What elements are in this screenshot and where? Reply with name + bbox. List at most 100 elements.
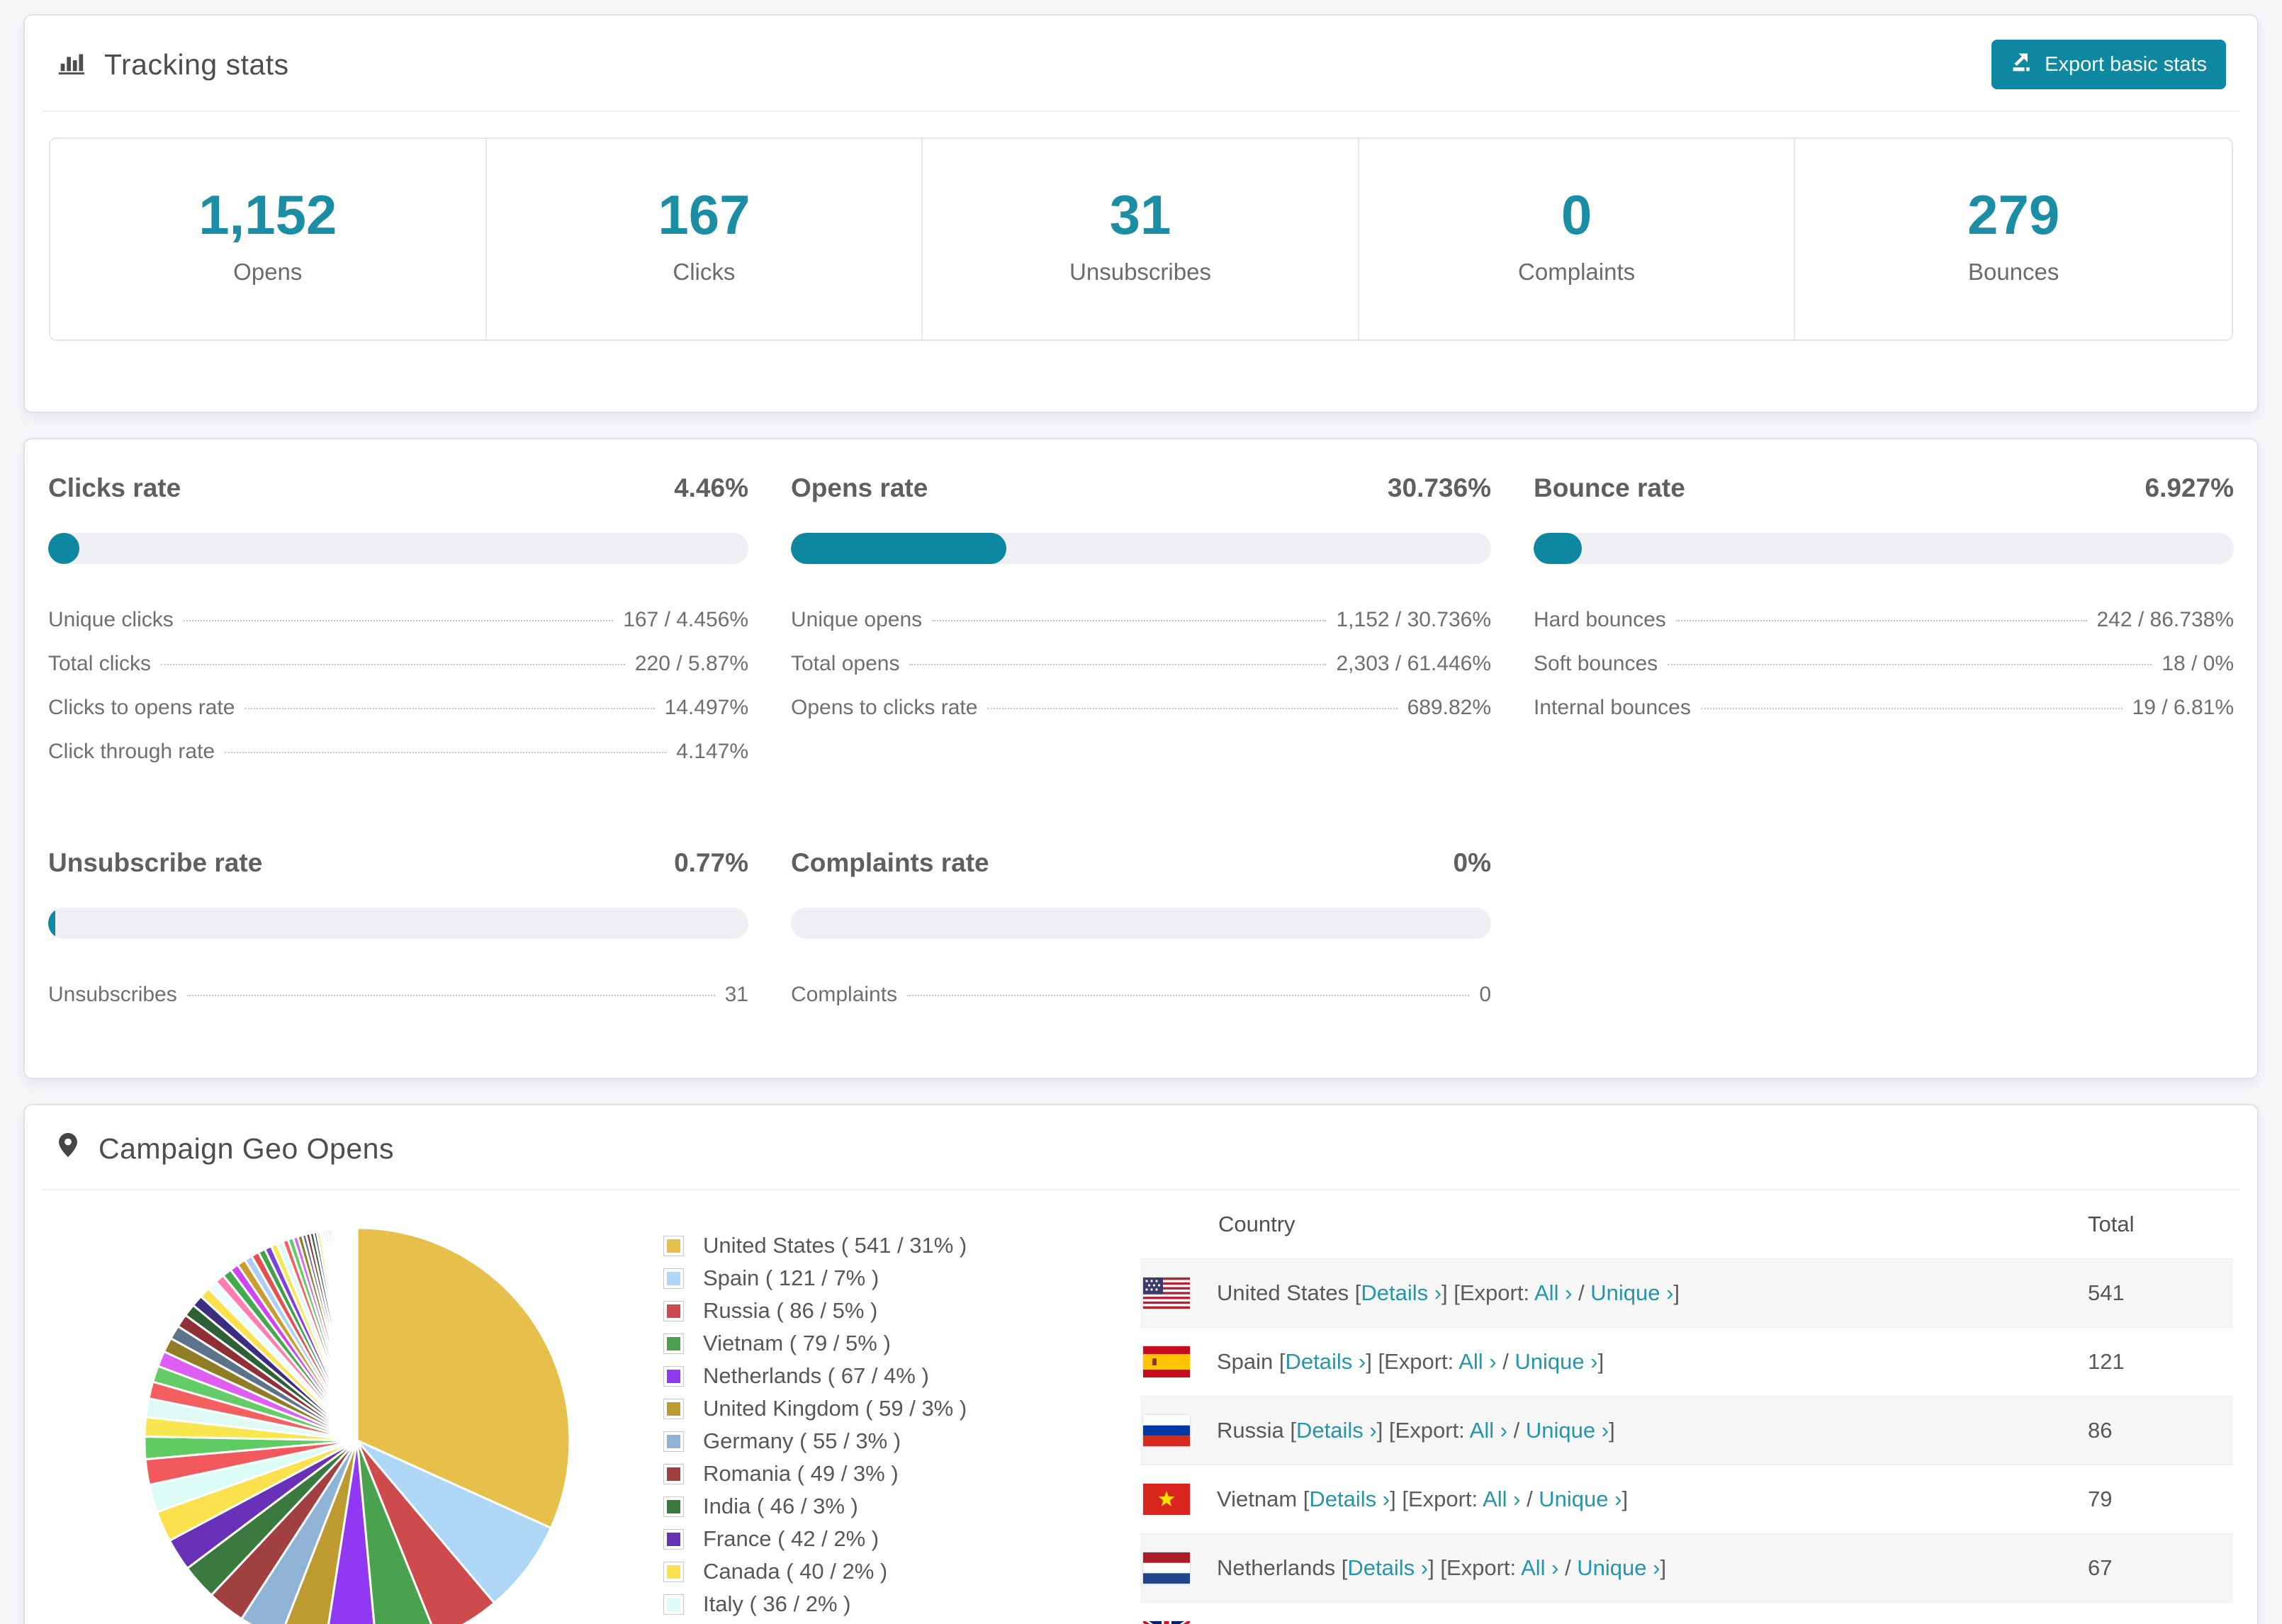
legend-item-romania[interactable]: Romania ( 49 / 3% ): [663, 1461, 1075, 1487]
table-row-united-states: United States [Details ›] [Export: All ›…: [1140, 1258, 2233, 1327]
export-all-link[interactable]: All ›: [1470, 1418, 1507, 1443]
rate-title: Complaints rate: [791, 848, 989, 877]
legend-swatch: [663, 1398, 684, 1419]
legend-label: France ( 42 / 2% ): [703, 1526, 879, 1551]
legend-item-canada[interactable]: Canada ( 40 / 2% ): [663, 1559, 1075, 1584]
dotted-leader: [1668, 664, 2152, 665]
bar-chart-icon: [56, 46, 86, 83]
country-column-header: Country: [1218, 1212, 1295, 1236]
rate-row: Internal bounces 19 / 6.81%: [1534, 686, 2234, 730]
rate-block-opens-rate: Opens rate 30.736% Unique opens 1,152 / 30.…: [791, 473, 1491, 774]
dotted-leader: [907, 995, 1470, 996]
export-unique-link[interactable]: Unique ›: [1539, 1487, 1621, 1511]
rate-title: Bounce rate: [1534, 473, 1685, 502]
rate-row: Opens to clicks rate 689.82%: [791, 686, 1491, 730]
rate-row-label: Opens to clicks rate: [791, 696, 978, 719]
legend-swatch: [663, 1300, 684, 1321]
stat-value: 167: [658, 184, 751, 246]
progress-fill: [48, 908, 55, 939]
legend-item-spain[interactable]: Spain ( 121 / 7% ): [663, 1265, 1075, 1291]
geo-opens-card: Campaign Geo Opens United States ( 541 /…: [23, 1104, 2259, 1624]
country-cell: United States [Details ›] [Export: All ›…: [1217, 1280, 1680, 1305]
legend-item-germany[interactable]: Germany ( 55 / 3% ): [663, 1428, 1075, 1454]
export-basic-stats-button[interactable]: Export basic stats: [1991, 40, 2226, 89]
dotted-leader: [909, 664, 1327, 665]
flag-nl-icon: [1143, 1552, 1190, 1584]
details-link[interactable]: Details ›: [1361, 1280, 1441, 1305]
stat-value: 0: [1561, 184, 1592, 246]
rate-row: Complaints 0: [791, 973, 1491, 1017]
rate-block-clicks-rate: Clicks rate 4.46% Unique clicks 167 / 4.456…: [48, 473, 748, 774]
export-all-link[interactable]: All ›: [1483, 1487, 1520, 1511]
rate-row: Unique opens 1,152 / 30.736%: [791, 598, 1491, 642]
rates-grid: Clicks rate 4.46% Unique clicks 167 / 4.456…: [25, 439, 2257, 1078]
rate-row-value: 167 / 4.456%: [623, 608, 748, 631]
table-row-vietnam: Vietnam [Details ›] [Export: All › / Uni…: [1140, 1465, 2233, 1533]
legend-item-vietnam[interactable]: Vietnam ( 79 / 5% ): [663, 1331, 1075, 1356]
export-unique-link[interactable]: Unique ›: [1577, 1555, 1660, 1580]
export-unique-link[interactable]: Unique ›: [1590, 1280, 1673, 1305]
pie-chart-svg[interactable]: [140, 1223, 575, 1624]
rate-row-label: Total clicks: [48, 652, 152, 675]
legend-swatch: [663, 1528, 684, 1550]
geo-country-table: Country Total United States [Details ›] …: [1140, 1190, 2233, 1624]
divider: [42, 111, 2240, 112]
dotted-leader: [1675, 620, 2087, 621]
progress-bar: [791, 533, 1491, 564]
rate-row-value: 689.82%: [1407, 696, 1491, 719]
details-link[interactable]: Details ›: [1286, 1349, 1366, 1374]
export-all-link[interactable]: All ›: [1458, 1349, 1496, 1374]
rate-title: Unsubscribe rate: [48, 848, 263, 877]
legend-item-netherlands[interactable]: Netherlands ( 67 / 4% ): [663, 1363, 1075, 1389]
geo-content: United States ( 541 / 31% ) Spain ( 121 /…: [25, 1190, 2257, 1624]
export-unique-link[interactable]: Unique ›: [1514, 1349, 1597, 1374]
legend-item-united-states[interactable]: United States ( 541 / 31% ): [663, 1233, 1075, 1258]
legend-item-russia[interactable]: Russia ( 86 / 5% ): [663, 1298, 1075, 1324]
table-row-spain: Spain [Details ›] [Export: All › / Uniqu…: [1140, 1327, 2233, 1396]
country-name: Vietnam: [1217, 1487, 1303, 1511]
progress-fill: [791, 533, 1006, 564]
total-cell: 121: [2088, 1349, 2125, 1374]
table-row-netherlands: Netherlands [Details ›] [Export: All › /…: [1140, 1533, 2233, 1602]
rate-row-label: Soft bounces: [1534, 652, 1658, 675]
legend-label: Germany ( 55 / 3% ): [703, 1428, 901, 1453]
rate-head: Bounce rate 6.927%: [1534, 473, 2234, 503]
details-link[interactable]: Details ›: [1296, 1418, 1377, 1443]
rate-row-label: Unique opens: [791, 608, 923, 631]
details-link[interactable]: Details ›: [1347, 1555, 1428, 1580]
legend-swatch: [663, 1268, 684, 1289]
stat-complaints: 0 Complaints: [1359, 139, 1796, 339]
legend-item-india[interactable]: India ( 46 / 3% ): [663, 1494, 1075, 1519]
export-icon: [2011, 50, 2033, 79]
legend-item-united-kingdom[interactable]: United Kingdom ( 59 / 3% ): [663, 1396, 1075, 1421]
geo-pie-chart[interactable]: [140, 1223, 575, 1624]
legend-label: Spain ( 121 / 7% ): [703, 1265, 879, 1290]
rate-row: Unique clicks 167 / 4.456%: [48, 598, 748, 642]
rate-head: Complaints rate 0%: [791, 848, 1491, 878]
page: Tracking stats Export basic stats 1,152 O…: [0, 0, 2282, 1624]
legend-label: Romania ( 49 / 3% ): [703, 1461, 899, 1486]
legend-item-italy[interactable]: Italy ( 36 / 2% ): [663, 1591, 1075, 1617]
country-name: Spain: [1217, 1349, 1279, 1374]
legend-swatch: [663, 1496, 684, 1517]
rate-head: Opens rate 30.736%: [791, 473, 1491, 503]
rate-row-value: 31: [724, 983, 748, 1006]
flag-ru-icon: [1143, 1415, 1190, 1446]
export-all-link[interactable]: All ›: [1521, 1555, 1558, 1580]
stat-label: Bounces: [1967, 259, 2059, 285]
export-unique-link[interactable]: Unique ›: [1526, 1418, 1609, 1443]
export-all-link[interactable]: All ›: [1534, 1280, 1572, 1305]
details-link[interactable]: Details ›: [1309, 1487, 1390, 1511]
rate-row-label: Complaints: [791, 983, 898, 1006]
geo-pie-legend: United States ( 541 / 31% ) Spain ( 121 /…: [663, 1233, 1075, 1624]
rate-row: Total clicks 220 / 5.87%: [48, 642, 748, 686]
rate-row-value: 242 / 86.738%: [2096, 608, 2235, 631]
rate-row-label: Unique clicks: [48, 608, 174, 631]
dotted-leader: [1700, 708, 2123, 709]
rate-title: Opens rate: [791, 473, 928, 502]
stat-value: 1,152: [198, 184, 337, 246]
country-cell: Spain [Details ›] [Export: All › / Uniqu…: [1217, 1349, 1604, 1374]
dotted-leader: [161, 664, 625, 665]
legend-item-france[interactable]: France ( 42 / 2% ): [663, 1526, 1075, 1552]
rate-row-value: 14.497%: [664, 696, 748, 719]
